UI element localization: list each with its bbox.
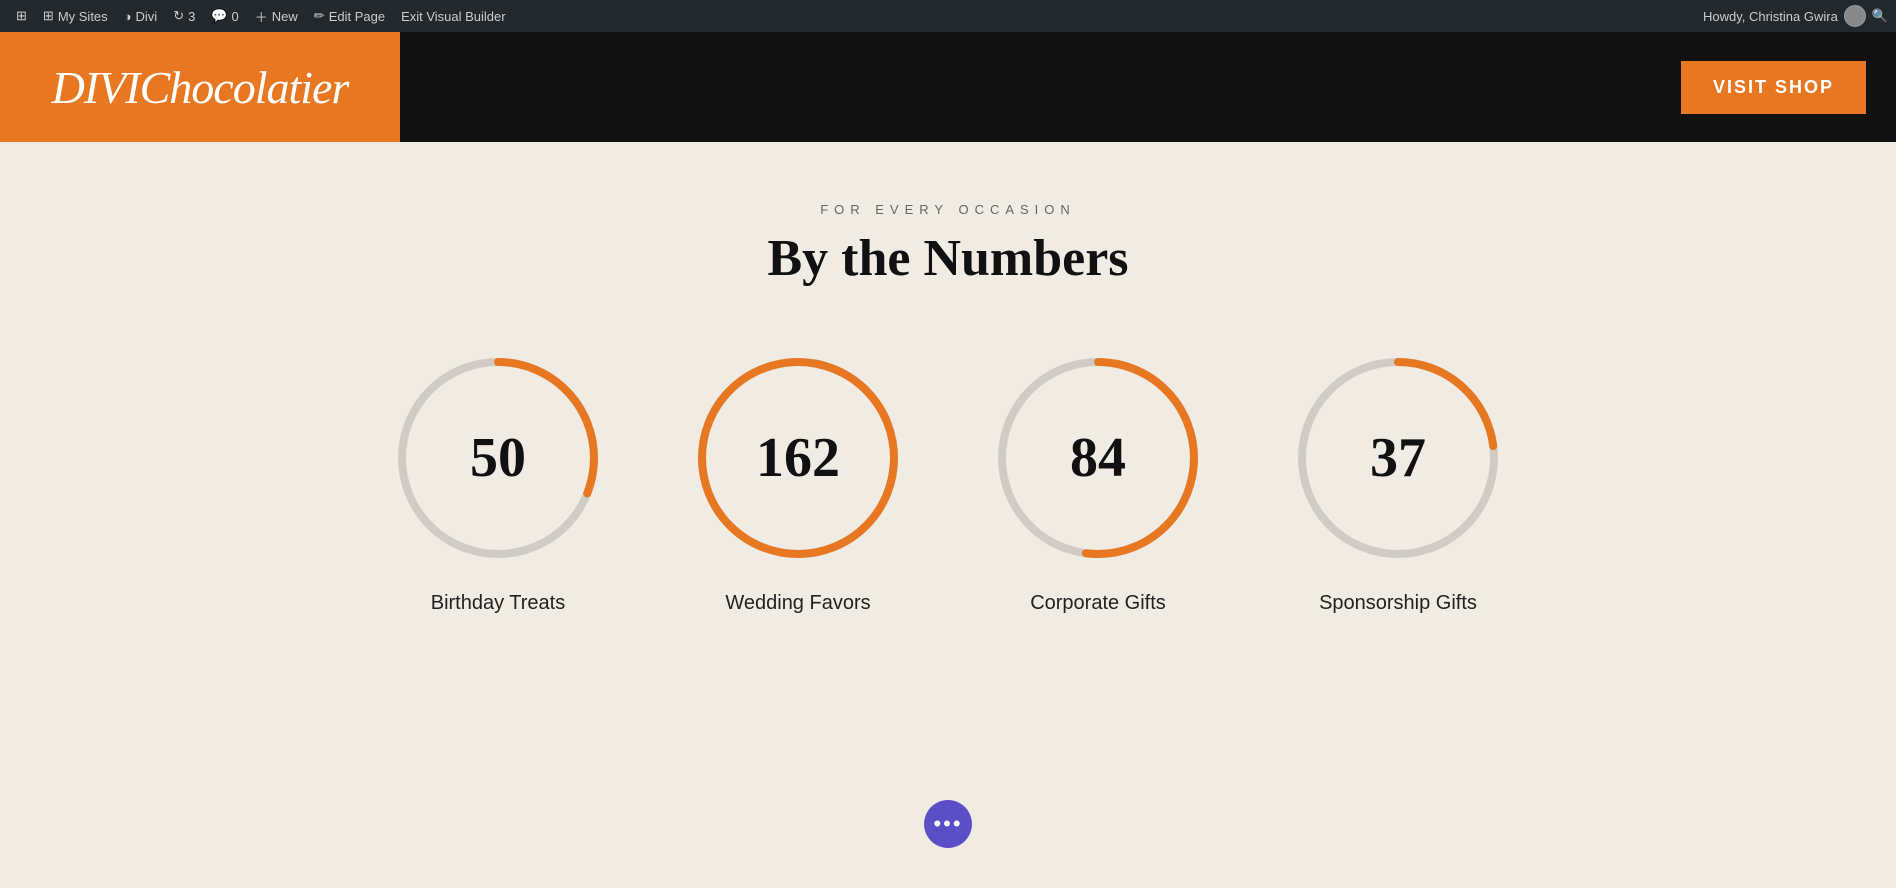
stat-value: 37 — [1370, 426, 1426, 490]
divi-icon: ◑ — [124, 9, 132, 24]
stat-item: 50 Birthday Treats — [388, 348, 608, 615]
new-content-btn[interactable]: ＋ New — [247, 0, 306, 32]
edit-page-btn[interactable]: ✏ Edit Page — [306, 0, 393, 32]
plus-icon: ＋ — [255, 7, 268, 26]
comments-icon: 💬 — [211, 8, 227, 24]
visit-shop-button[interactable]: VISIT SHOP — [1681, 61, 1866, 114]
dots-icon: ••• — [933, 811, 962, 837]
divi-builder-button[interactable]: ••• — [924, 800, 972, 848]
logo-area: DIVIChocolatier — [0, 32, 400, 142]
header-right: VISIT SHOP — [400, 32, 1896, 142]
wordpress-logo-btn[interactable]: ⊞ — [8, 0, 35, 32]
section-title: By the Numbers — [20, 229, 1876, 288]
circle-container: 84 — [988, 348, 1208, 568]
exit-vb-btn[interactable]: Exit Visual Builder — [393, 0, 514, 32]
main-content: FOR EVERY OCCASION By the Numbers 50 Bir… — [0, 142, 1896, 655]
site-logo: DIVIChocolatier — [52, 61, 349, 114]
stat-value: 84 — [1070, 426, 1126, 490]
circle-container: 37 — [1288, 348, 1508, 568]
circle-container: 50 — [388, 348, 608, 568]
section-subtitle: FOR EVERY OCCASION — [20, 202, 1876, 217]
site-header: DIVIChocolatier VISIT SHOP — [0, 32, 1896, 142]
logo-bold-text: DIVI — [52, 62, 140, 113]
exit-vb-label: Exit Visual Builder — [401, 9, 506, 24]
wordpress-icon: ⊞ — [16, 8, 27, 24]
stats-row: 50 Birthday Treats 162 Wedding Favors 84… — [20, 348, 1876, 615]
my-sites-label: My Sites — [58, 9, 108, 24]
my-sites-btn[interactable]: ⊞ My Sites — [35, 0, 116, 32]
admin-bar-right: Howdy, Christina Gwira 🔍 — [1703, 5, 1888, 27]
sites-icon: ⊞ — [43, 8, 54, 24]
comments-count: 0 — [232, 9, 239, 24]
comments-btn[interactable]: 💬 0 — [203, 0, 246, 32]
stat-label: Corporate Gifts — [1030, 592, 1166, 615]
divi-label: Divi — [136, 9, 158, 24]
divi-btn[interactable]: ◑ Divi — [116, 0, 166, 32]
new-label: New — [272, 9, 298, 24]
howdy-label: Howdy, Christina Gwira — [1703, 9, 1838, 24]
admin-bar: ⊞ ⊞ My Sites ◑ Divi ↻ 3 💬 0 ＋ New ✏ Edit… — [0, 0, 1896, 32]
stat-label: Sponsorship Gifts — [1319, 592, 1477, 615]
stat-item: 84 Corporate Gifts — [988, 348, 1208, 615]
search-icon[interactable]: 🔍 — [1872, 8, 1888, 24]
updates-count: 3 — [188, 9, 195, 24]
stat-value: 162 — [756, 426, 840, 490]
stat-label: Birthday Treats — [431, 592, 566, 615]
pencil-icon: ✏ — [314, 8, 325, 24]
stat-value: 50 — [470, 426, 526, 490]
updates-btn[interactable]: ↻ 3 — [165, 0, 203, 32]
avatar — [1844, 5, 1866, 27]
stat-item: 37 Sponsorship Gifts — [1288, 348, 1508, 615]
stat-label: Wedding Favors — [725, 592, 870, 615]
edit-page-label: Edit Page — [329, 9, 385, 24]
logo-script-text: Chocolatier — [140, 62, 349, 113]
circle-container: 162 — [688, 348, 908, 568]
stat-item: 162 Wedding Favors — [688, 348, 908, 615]
updates-icon: ↻ — [173, 8, 184, 24]
